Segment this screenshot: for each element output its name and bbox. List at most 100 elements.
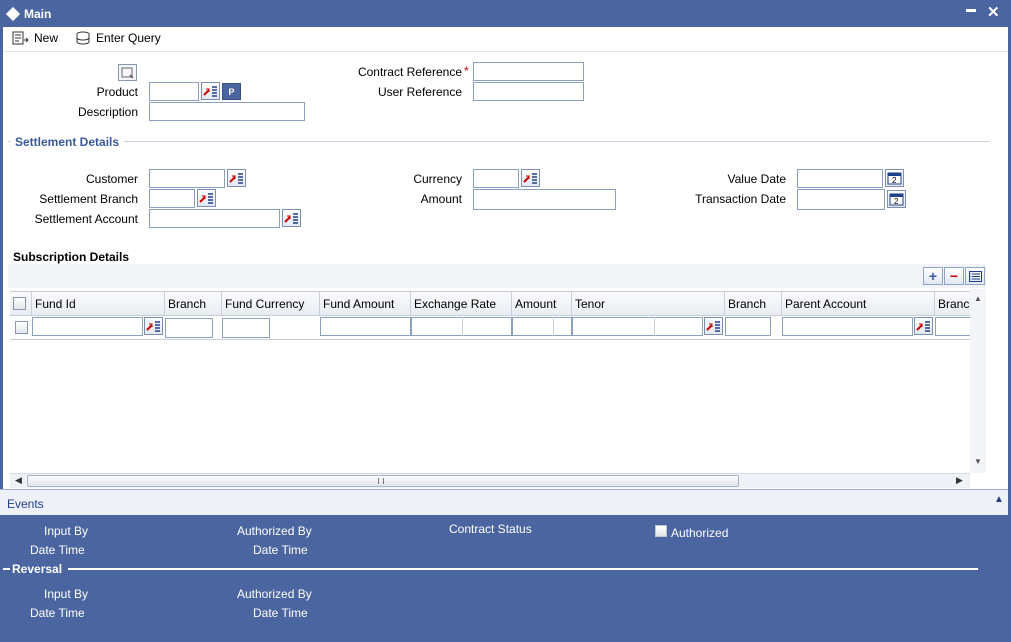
amount-label: Amount	[420, 192, 462, 206]
new-label: New	[34, 31, 59, 45]
currency-input[interactable]	[473, 169, 519, 188]
reversal-input-by-label: Input By	[44, 587, 89, 601]
toolbar-divider	[3, 51, 1008, 52]
description-label: Description	[77, 105, 138, 119]
amount-input[interactable]	[473, 189, 616, 210]
authorized-by-label: Authorized By	[237, 524, 312, 538]
settlement-rule	[124, 141, 989, 142]
transaction-date-calendar-button[interactable]: 2	[887, 190, 906, 208]
column-header-branch-3[interactable]: Branc	[935, 292, 970, 316]
column-header-branch-2[interactable]: Branch	[725, 292, 782, 316]
product-p-button[interactable]: P	[222, 83, 241, 100]
subscription-details-title: Subscription Details	[13, 250, 130, 264]
parent-account-input[interactable]	[782, 317, 913, 336]
select-all-checkbox[interactable]	[13, 297, 26, 310]
calendar-icon: 2	[887, 172, 902, 185]
settlement-account-input[interactable]	[149, 209, 280, 228]
tenor-input[interactable]	[572, 317, 703, 336]
events-link[interactable]: Events	[7, 497, 44, 511]
column-header-fund-amount[interactable]: Fund Amount	[320, 292, 411, 316]
column-header-fund-id[interactable]: Fund Id	[32, 292, 165, 316]
authorized-checkbox[interactable]	[655, 525, 667, 537]
fund-currency-input[interactable]	[222, 318, 270, 338]
product-lov-button[interactable]	[201, 82, 220, 100]
horizontal-scrollbar[interactable]: ◀ ▶	[10, 473, 970, 488]
settlement-branch-label: Settlement Branch	[39, 192, 138, 206]
user-reference-input[interactable]	[473, 82, 584, 101]
lov-icon	[916, 321, 930, 332]
events-bar: Events	[0, 489, 1008, 515]
single-view-button[interactable]	[965, 267, 985, 285]
column-header-branch[interactable]: Branch	[165, 292, 222, 316]
settlement-account-lov-button[interactable]	[282, 209, 301, 227]
enter-query-label: Enter Query	[96, 31, 161, 45]
fund-amount-input[interactable]	[320, 317, 411, 336]
minimize-button[interactable]: ▬	[966, 4, 976, 15]
reversal-auth-date-time-label: Date Time	[253, 606, 308, 620]
single-view-icon	[968, 270, 982, 282]
settlement-account-label: Settlement Account	[34, 212, 138, 226]
input-by-label: Input By	[44, 524, 89, 538]
delete-row-icon: −	[949, 268, 959, 284]
lov-icon	[199, 193, 213, 204]
user-reference-label: User Reference	[377, 85, 462, 99]
enter-query-icon	[76, 31, 90, 45]
scroll-up-icon[interactable]: ▲	[974, 294, 982, 303]
product-input[interactable]	[149, 82, 199, 101]
auth-date-time-label: Date Time	[253, 543, 308, 557]
collapse-footer-icon[interactable]: ▲	[991, 492, 1007, 506]
currency-label: Currency	[413, 172, 462, 186]
column-header-exchange-rate[interactable]: Exchange Rate	[411, 292, 512, 316]
scroll-down-icon[interactable]: ▼	[974, 457, 982, 466]
thumb-grip-icon	[378, 478, 384, 484]
settlement-rule-left	[8, 141, 11, 142]
column-header-tenor[interactable]: Tenor	[572, 292, 725, 316]
parent-account-lov-button[interactable]	[914, 317, 933, 335]
amount-input-row[interactable]	[512, 317, 572, 336]
reversal-authorized-by-label: Authorized By	[237, 587, 312, 601]
scroll-right-icon[interactable]: ▶	[956, 475, 963, 486]
delete-row-button[interactable]: −	[944, 267, 964, 285]
customer-input[interactable]	[149, 169, 225, 188]
scroll-left-icon[interactable]: ◀	[15, 475, 22, 486]
column-header-amount[interactable]: Amount	[512, 292, 572, 316]
value-date-calendar-button[interactable]: 2	[885, 169, 904, 187]
branch-3-input[interactable]	[935, 317, 970, 336]
horizontal-scroll-thumb[interactable]	[27, 475, 739, 487]
close-button[interactable]: ✕	[987, 3, 1000, 21]
window-title-bar: Main ▬ ✕	[0, 0, 1011, 27]
add-row-button[interactable]: +	[923, 267, 943, 285]
cell-divider	[462, 317, 463, 336]
reversal-rule	[68, 568, 978, 570]
fund-id-input[interactable]	[32, 317, 143, 336]
lov-icon	[523, 173, 537, 184]
lov-icon	[229, 173, 243, 184]
row-select-checkbox[interactable]	[15, 321, 28, 334]
enter-query-button[interactable]: Enter Query	[76, 30, 161, 46]
transaction-date-input[interactable]	[797, 189, 885, 210]
transaction-date-label: Transaction Date	[695, 192, 786, 206]
settlement-branch-input[interactable]	[149, 189, 195, 208]
column-header-parent-account[interactable]: Parent Account	[782, 292, 935, 316]
currency-lov-button[interactable]	[521, 169, 540, 187]
customer-lov-button[interactable]	[227, 169, 246, 187]
fund-id-lov-button[interactable]	[144, 317, 163, 335]
description-input[interactable]	[149, 102, 305, 121]
new-icon	[12, 31, 29, 45]
date-time-label: Date Time	[30, 543, 85, 557]
new-button[interactable]: New	[12, 30, 58, 46]
header-select-cell	[10, 292, 32, 316]
column-header-fund-currency[interactable]: Fund Currency	[222, 292, 320, 316]
subscription-grid: Fund Id Branch Fund Currency Fund Amount…	[10, 291, 970, 473]
value-date-label: Value Date	[727, 172, 786, 186]
product-detail-button[interactable]	[118, 64, 137, 81]
lov-icon	[284, 213, 298, 224]
branch-2-input[interactable]	[725, 317, 771, 336]
value-date-input[interactable]	[797, 169, 883, 188]
branch-input[interactable]	[165, 318, 213, 338]
tenor-lov-button[interactable]	[704, 317, 723, 335]
contract-reference-input[interactable]	[473, 62, 584, 81]
vertical-scrollbar[interactable]: ▲ ▼	[970, 289, 986, 473]
settlement-branch-lov-button[interactable]	[197, 189, 216, 207]
app-icon	[5, 6, 21, 22]
